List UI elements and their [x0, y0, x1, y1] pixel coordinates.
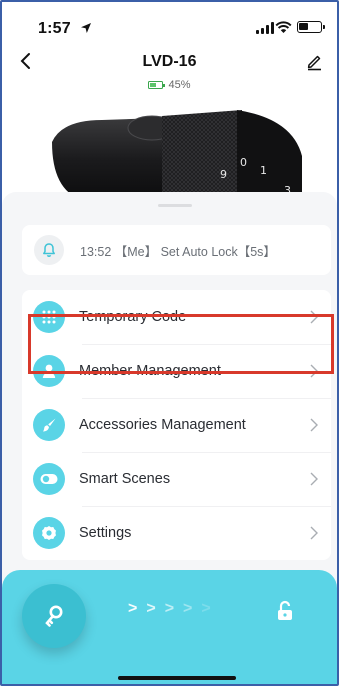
page-title: LVD-16 [142, 53, 197, 70]
key-unlock-button[interactable] [22, 584, 86, 648]
key-icon [45, 605, 63, 627]
smart-lock-image: 9 0 1 3 [52, 110, 302, 200]
battery-icon [148, 81, 166, 89]
status-time: 1:57 [38, 20, 71, 37]
slide-arrows: > > > > > [128, 600, 211, 617]
lock-battery-status: 45% [2, 79, 337, 91]
location-arrow-icon [81, 23, 91, 33]
device-battery-icon [297, 21, 325, 33]
sheet-drag-handle[interactable] [158, 204, 192, 207]
svg-text:0: 0 [240, 156, 247, 169]
unlocked-padlock-icon[interactable] [274, 600, 296, 622]
menu-item-label: Settings [79, 525, 132, 541]
home-indicator [118, 676, 236, 680]
menu-item-label: Accessories Management [79, 417, 246, 433]
toggle-icon [33, 463, 65, 495]
menu-item-accessories-management[interactable]: Accessories Management [22, 398, 331, 452]
wifi-icon [275, 21, 292, 33]
menu-item-temporary-code[interactable]: Temporary Code [22, 290, 331, 344]
bell-icon [34, 235, 64, 265]
status-bar: 1:57 [2, 16, 337, 42]
log-entry-text: 13:52 【Me】 Set Auto Lock【5s】 [80, 244, 276, 259]
menu-item-settings[interactable]: Settings [22, 506, 331, 560]
menu-item-member-management[interactable]: Member Management [22, 344, 331, 398]
chevron-right-icon [310, 526, 318, 540]
recent-log-card[interactable]: 13:52 【Me】 Set Auto Lock【5s】 [22, 225, 331, 275]
menu-item-label: Temporary Code [79, 309, 187, 325]
chevron-right-icon [310, 310, 318, 324]
chevron-right-icon [310, 418, 318, 432]
svg-text:9: 9 [220, 168, 227, 181]
battery-percent: 45% [168, 79, 191, 91]
chevron-right-icon [310, 364, 318, 378]
settings-menu: Temporary Code Member Management Accesso… [22, 290, 331, 560]
chevron-right-icon [310, 472, 318, 486]
keypad-grid-icon [33, 301, 65, 333]
menu-item-smart-scenes[interactable]: Smart Scenes [22, 452, 331, 506]
menu-item-label: Member Management [79, 363, 221, 379]
edit-pencil-icon[interactable] [305, 53, 323, 71]
unlock-bar: > > > > > [2, 570, 337, 684]
brush-icon [33, 409, 65, 441]
person-icon [33, 355, 65, 387]
svg-text:1: 1 [260, 164, 267, 177]
gear-icon [33, 517, 65, 549]
cellular-signal-icon [256, 22, 274, 34]
app-screen: 1:57 LVD-16 45% 9 0 1 3 13:52 【Me】 Set A… [0, 0, 339, 686]
menu-item-label: Smart Scenes [79, 471, 171, 487]
